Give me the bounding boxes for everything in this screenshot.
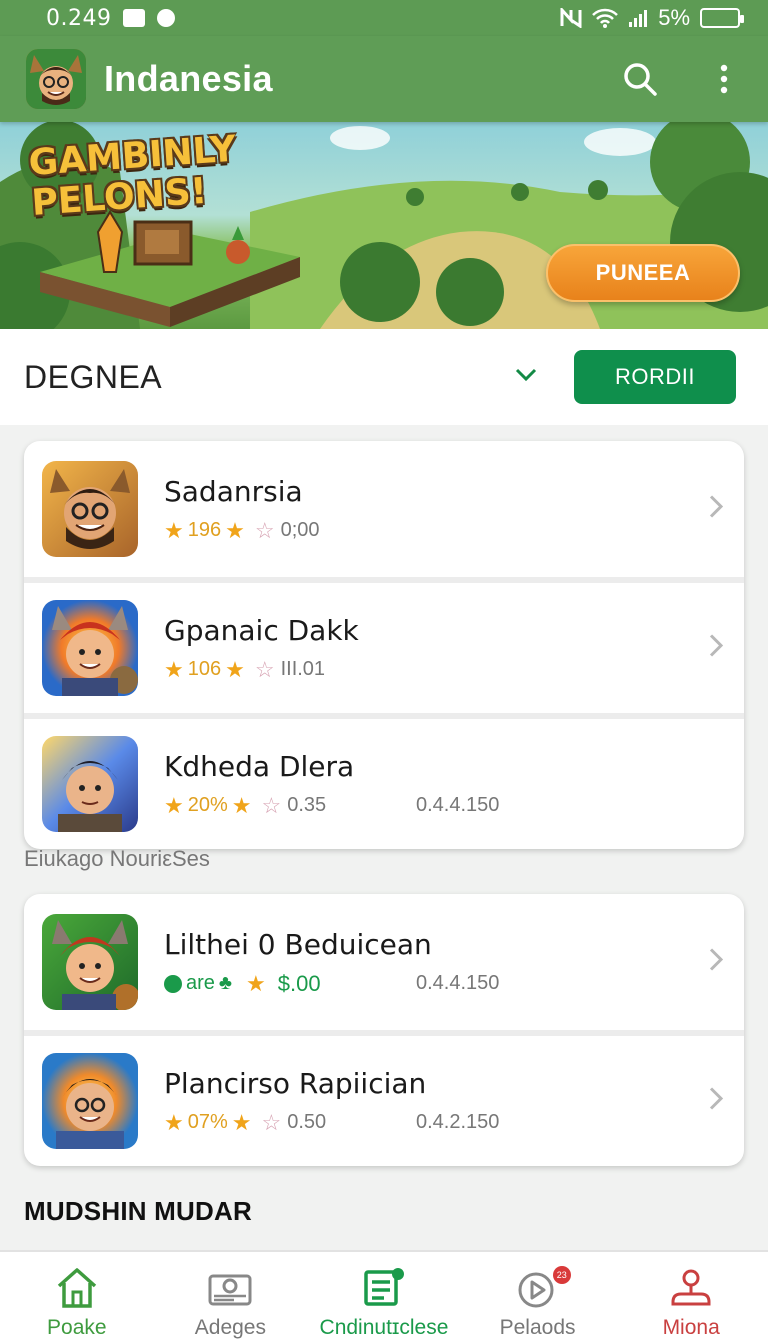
- section-label: Eiukago NouriεSes: [24, 846, 210, 871]
- app-list-a: Sadanrsia ★ 196 ★ ☆ 0;00 Gpanaic Dakk ★ …: [24, 441, 744, 849]
- category-title[interactable]: DEGNEA: [24, 359, 162, 396]
- star-icon: ★: [164, 1109, 184, 1135]
- notification-badge: 23: [552, 1266, 571, 1284]
- star-outline-icon: ☆: [261, 1109, 282, 1135]
- wifi-icon: [592, 8, 619, 28]
- app-rating: 196: [187, 519, 222, 541]
- section-heading: MUDSHIN MUDAR: [24, 1196, 252, 1226]
- nav-label: Pelaods: [499, 1316, 576, 1339]
- app-name: Lilthei 0 Beduicean: [164, 927, 432, 961]
- app-meta: ★ 196 ★ ☆ 0;00: [164, 518, 320, 544]
- nav-item-list[interactable]: Cndinutɪclese: [307, 1252, 461, 1344]
- joystick-icon: [671, 1269, 711, 1306]
- battery-icon: [700, 8, 744, 28]
- home-icon: [57, 1268, 96, 1308]
- app-meta: ★ 07% ★ ☆ 0.50 0.4.2.150: [164, 1109, 499, 1136]
- star-icon: ★: [231, 1109, 252, 1135]
- star-icon: ★: [164, 656, 184, 682]
- status-bar: 0.249 5%: [0, 0, 768, 36]
- star-icon: ★: [231, 792, 252, 818]
- star-outline-icon: ☆: [254, 517, 275, 543]
- app-avatar: [42, 600, 138, 696]
- app-meta: are ♣ ★ $.00 0.4.4.150: [164, 970, 499, 997]
- app-avatar: [42, 736, 138, 832]
- list-item[interactable]: Lilthei 0 Beduicean are ♣ ★ $.00 0.4.4.1…: [24, 894, 744, 1030]
- app-list-b: Lilthei 0 Beduicean are ♣ ★ $.00 0.4.4.1…: [24, 894, 744, 1166]
- category-action-button[interactable]: RORDII: [574, 350, 736, 404]
- app-bar: Indanesia: [0, 36, 768, 122]
- category-header: DEGNEA RORDII: [0, 329, 768, 425]
- star-icon: ★: [164, 792, 184, 818]
- app-avatar: [42, 1053, 138, 1149]
- nav-label: Cndinutɪclese: [319, 1316, 449, 1339]
- chevron-down-icon[interactable]: [514, 367, 538, 388]
- status-dot-icon: [164, 974, 182, 993]
- chevron-right-icon: [708, 1086, 724, 1117]
- app-name: Sadanrsia: [164, 474, 303, 508]
- chevron-right-icon: [708, 947, 724, 978]
- nav-item-gallery[interactable]: Adeges: [154, 1252, 308, 1344]
- star-icon: ★: [225, 656, 245, 682]
- nfc-icon: [560, 8, 582, 28]
- app-name: Plancirso Rapiician: [164, 1066, 427, 1100]
- bottom-nav: Poake Adeges Cndinutɪclese 23 Pelaods Mi…: [0, 1250, 768, 1344]
- app-secondary: 0;00: [280, 519, 320, 541]
- app-rating: 20%: [187, 794, 228, 816]
- app-avatar: [42, 461, 138, 557]
- star-outline-icon: ☆: [261, 792, 282, 818]
- star-outline-icon: ☆: [254, 656, 275, 682]
- chevron-right-icon: [708, 494, 724, 525]
- app-status: are: [186, 972, 215, 994]
- list-item[interactable]: Gpanaic Dakk ★ 106 ★ ☆ III.01: [24, 577, 744, 713]
- nav-label: Poake: [47, 1316, 107, 1339]
- nav-item-play[interactable]: 23 Pelaods: [461, 1252, 615, 1344]
- search-icon[interactable]: [618, 57, 662, 101]
- star-icon: ★: [164, 517, 184, 543]
- more-vert-icon[interactable]: [702, 57, 746, 101]
- nav-label: Adeges: [194, 1316, 266, 1339]
- banner-cta-button[interactable]: PUNEEA: [546, 244, 740, 302]
- nav-item-joystick[interactable]: Miona: [614, 1252, 768, 1344]
- app-secondary: 0.50: [287, 1111, 327, 1133]
- battery-percent: 5%: [658, 5, 690, 30]
- app-version: 0.4.4.150: [416, 972, 500, 994]
- app-avatar: [42, 914, 138, 1010]
- app-rating: 106: [187, 658, 222, 680]
- app-title: Indanesia: [104, 58, 273, 99]
- star-icon: ★: [225, 517, 245, 543]
- nav-item-home[interactable]: Poake: [0, 1252, 154, 1344]
- chevron-right-icon: [708, 633, 724, 664]
- leaf-icon: ♣: [218, 972, 233, 994]
- app-name: Gpanaic Dakk: [164, 613, 359, 647]
- app-name: Kdheda Dlera: [164, 749, 355, 783]
- app-version: 0.4.2.150: [416, 1111, 500, 1133]
- list-item[interactable]: Sadanrsia ★ 196 ★ ☆ 0;00: [24, 441, 744, 577]
- app-secondary: III.01: [280, 658, 326, 680]
- notification-icon: [123, 9, 146, 27]
- shield-icon: [157, 9, 176, 27]
- list-item[interactable]: Plancirso Rapiician ★ 07% ★ ☆ 0.50 0.4.2.1…: [24, 1030, 744, 1166]
- list-item[interactable]: Kdheda Dlera ★ 20% ★ ☆ 0.35 0.4.4.150: [24, 713, 744, 849]
- star-icon: ★: [246, 970, 266, 996]
- gallery-icon: [208, 1274, 252, 1306]
- app-meta: ★ 20% ★ ☆ 0.35 0.4.4.150: [164, 792, 499, 819]
- banner-headline: GAMBINLY PELONS!: [27, 128, 262, 224]
- app-logo[interactable]: [26, 49, 86, 109]
- app-version: 0.4.4.150: [416, 794, 500, 816]
- list-icon: [364, 1268, 404, 1306]
- promo-banner[interactable]: GAMBINLY PELONS! PUNEEA: [0, 122, 768, 329]
- app-meta: ★ 106 ★ ☆ III.01: [164, 657, 359, 683]
- app-secondary: 0.35: [287, 794, 327, 816]
- app-price: $.00: [277, 970, 321, 996]
- signal-icon: [629, 10, 648, 27]
- app-rating: 07%: [187, 1111, 228, 1133]
- status-time: 0.249: [46, 5, 112, 31]
- nav-label: Miona: [662, 1316, 720, 1339]
